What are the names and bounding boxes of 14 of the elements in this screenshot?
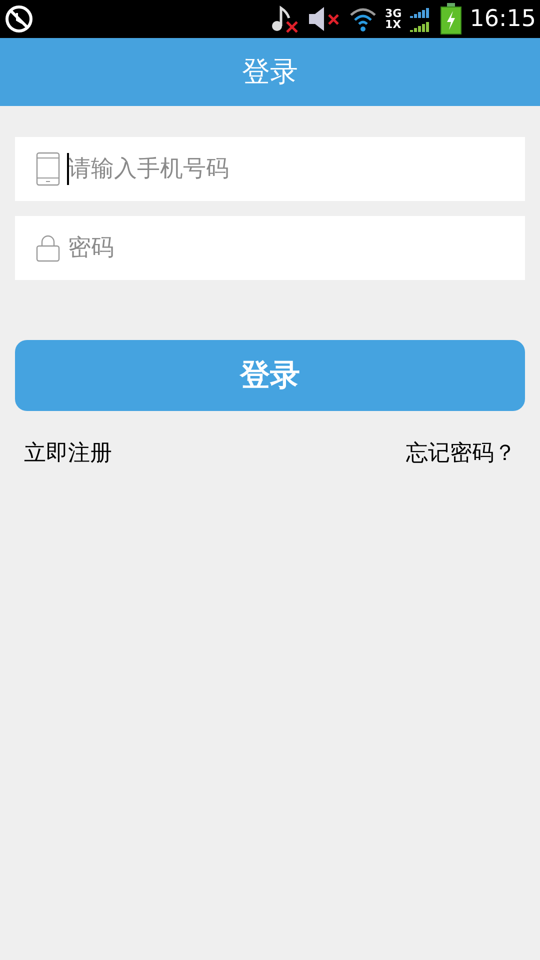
- phone-icon: [36, 152, 60, 186]
- battery-icon: [440, 3, 462, 35]
- network-type-label: 3G: [385, 8, 402, 19]
- input-field[interactable]: 请输入手机号码: [15, 137, 525, 201]
- page-title: 登录: [242, 54, 298, 90]
- no-alarm-icon: [4, 4, 34, 34]
- lock-icon: [36, 234, 60, 262]
- clock: 16:15: [470, 4, 536, 34]
- forgot-password-link[interactable]: 忘记密码？: [406, 437, 516, 470]
- network-type-label: 1X: [385, 19, 402, 30]
- register-link[interactable]: 立即注册: [24, 437, 112, 470]
- muted-speaker-icon: [307, 4, 342, 34]
- input-field[interactable]: 密码: [15, 216, 525, 280]
- muted-music-icon: [269, 4, 300, 34]
